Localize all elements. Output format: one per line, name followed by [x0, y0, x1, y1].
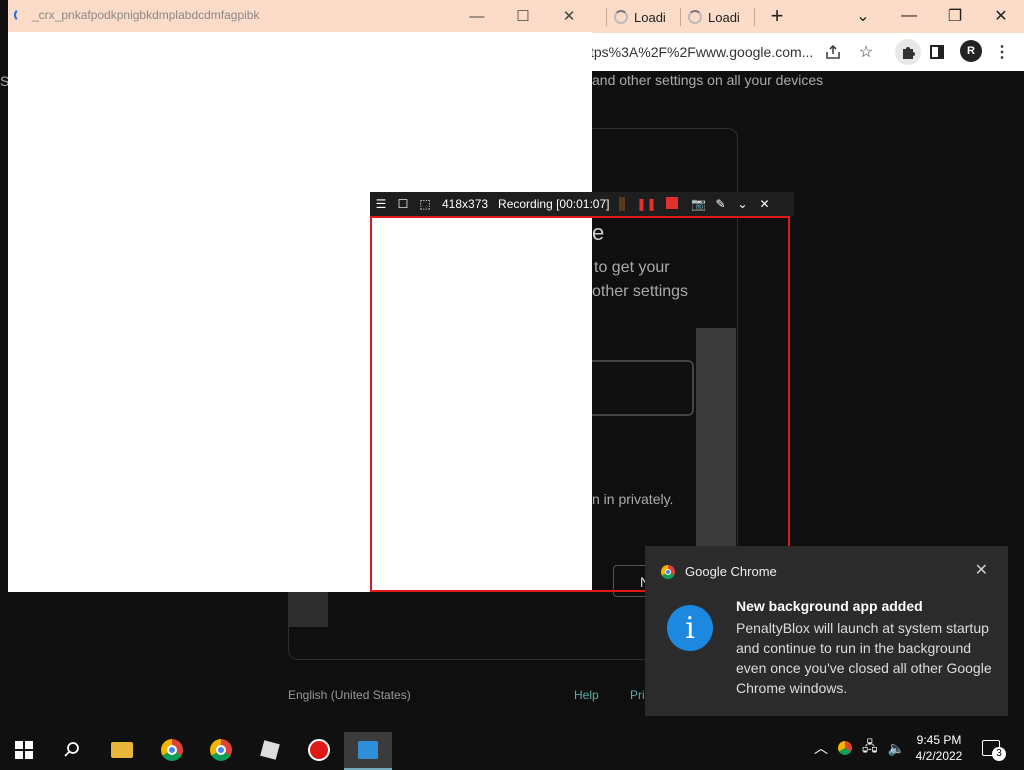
new-tab-button[interactable]: +: [754, 0, 800, 32]
chrome-tray-icon[interactable]: [838, 741, 852, 755]
show-hidden-icons-chevron-icon[interactable]: ︿: [814, 738, 828, 758]
language-selector[interactable]: English (United States): [288, 688, 411, 702]
action-center-button[interactable]: 3: [982, 728, 1008, 768]
popup-loading-icon: [14, 8, 28, 22]
notification-count-badge: 3: [992, 747, 1006, 761]
recorder-collapse-icon[interactable]: ⌄: [731, 197, 753, 211]
clock-date: 4/2/2022: [915, 749, 963, 763]
browser-toolbar: tps%3A%2F%2Fwww.google.com... ☆ R ⋮: [590, 33, 1024, 71]
popup-minimize-button[interactable]: —: [454, 0, 500, 32]
taskbar-recorder[interactable]: [295, 732, 343, 768]
loading-spinner-icon: [688, 10, 702, 24]
info-icon: i: [667, 605, 713, 651]
taskbar-clock[interactable]: 9:45 PM 4/2/2022: [906, 732, 972, 764]
dark-block: [288, 592, 328, 627]
tab-label: Loadi: [634, 9, 666, 25]
close-button[interactable]: ✕: [978, 0, 1024, 32]
recorder-menu-icon[interactable]: ☰: [370, 197, 392, 211]
recorder-camera-icon[interactable]: 📷: [687, 197, 709, 211]
network-icon[interactable]: 🖧: [862, 736, 878, 760]
taskbar-chrome-1[interactable]: [148, 732, 196, 768]
browser-tab-strip: Loadi Loadi + ⌄ — ❐ ✕: [590, 0, 1024, 33]
recording-region-frame[interactable]: [370, 216, 790, 592]
profile-avatar[interactable]: R: [960, 40, 982, 62]
tab-loading-1[interactable]: Loadi: [614, 4, 666, 30]
help-link[interactable]: Help: [574, 688, 599, 702]
folder-icon: [111, 742, 133, 758]
clock-time: 9:45 PM: [916, 733, 962, 747]
recorder-size: 418x373: [442, 197, 489, 211]
record-icon: [308, 739, 330, 761]
recorder-fullscreen-icon[interactable]: ☐: [392, 197, 414, 211]
popup-title-bar: _crx_pnkafpodkpnigbkdmplabdcdmfagpibk — …: [8, 0, 592, 32]
search-button[interactable]: [48, 732, 96, 768]
share-icon[interactable]: [823, 42, 843, 62]
volume-icon[interactable]: 🔈: [888, 740, 905, 757]
tab-separator: [606, 8, 607, 26]
notification-app-name: Google Chrome: [685, 564, 777, 579]
taskbar: ︿ 🖧 🔈 9:45 PM 4/2/2022 3: [0, 728, 1024, 770]
notification-body: PenaltyBlox will launch at system startu…: [736, 620, 992, 696]
chrome-logo-icon: [161, 739, 183, 761]
notification-title: New background app added: [736, 598, 923, 614]
popup-maximize-button[interactable]: ☐: [500, 0, 546, 32]
recorder-stop-icon[interactable]: [661, 196, 683, 212]
taskbar-chrome-2[interactable]: [197, 732, 245, 768]
loading-spinner-icon: [614, 10, 628, 24]
taskbar-roblox[interactable]: [246, 732, 294, 768]
system-tray: ︿ 🖧 🔈: [814, 728, 905, 768]
taskbar-file-explorer[interactable]: [98, 732, 146, 768]
recorder-region-icon[interactable]: ⬚: [414, 197, 436, 211]
sync-text: and other settings on all your devices: [592, 72, 824, 88]
popup-title: _crx_pnkafpodkpnigbkdmplabdcdmfagpibk: [32, 8, 260, 22]
recorder-level-icon: [619, 197, 626, 211]
menu-kebab-icon[interactable]: ⋮: [992, 42, 1012, 62]
popup-close-button[interactable]: ✕: [546, 0, 592, 32]
tab-separator: [680, 8, 681, 26]
app-icon: [358, 741, 378, 759]
taskbar-active-app[interactable]: [344, 732, 392, 770]
tab-search-button[interactable]: ⌄: [840, 0, 886, 32]
chrome-logo-icon: [210, 739, 232, 761]
tab-label: Loadi: [708, 9, 740, 25]
privacy-link[interactable]: Pri: [630, 688, 645, 702]
address-bar[interactable]: tps%3A%2F%2Fwww.google.com...: [590, 37, 818, 67]
search-icon: [64, 742, 79, 757]
extensions-puzzle-icon[interactable]: [895, 39, 921, 65]
windows-logo-icon: [15, 741, 33, 759]
tab-loading-2[interactable]: Loadi: [688, 4, 740, 30]
side-panel-icon[interactable]: [927, 42, 947, 62]
recorder-toolbar: ☰ ☐ ⬚ 418x373 Recording [00:01:07] ❚❚ 📷 …: [370, 192, 794, 216]
recorder-pen-icon[interactable]: ✎: [709, 197, 731, 211]
start-button[interactable]: [0, 732, 48, 768]
chrome-logo-icon: [661, 565, 675, 579]
roblox-icon: [260, 740, 280, 760]
recorder-pause-icon[interactable]: ❚❚: [635, 197, 657, 211]
recorder-close-icon[interactable]: ✕: [753, 197, 775, 211]
notification-close-button[interactable]: ✕: [975, 560, 988, 580]
maximize-button[interactable]: ❐: [932, 0, 978, 32]
minimize-button[interactable]: —: [886, 0, 932, 32]
bookmark-star-icon[interactable]: ☆: [856, 42, 876, 62]
recorder-status: Recording [00:01:07]: [498, 197, 610, 211]
chrome-notification[interactable]: Google Chrome ✕ i New background app add…: [645, 546, 1008, 716]
